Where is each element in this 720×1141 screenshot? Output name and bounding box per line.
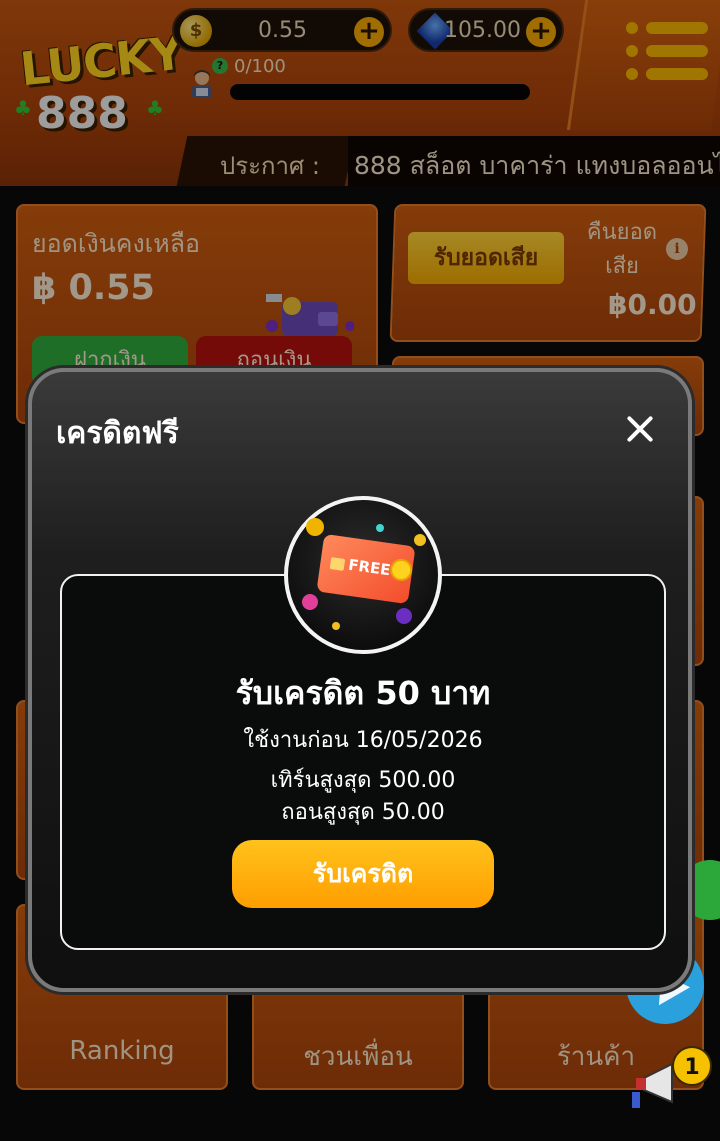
sparkle-icon [376, 524, 384, 532]
expiry-text: ใช้งานก่อน 16/05/2026 [243, 728, 483, 753]
sparkle-icon [414, 534, 426, 546]
close-icon[interactable] [620, 410, 660, 450]
sparkle-icon [332, 622, 340, 630]
notification-badge: 1 [672, 1046, 712, 1086]
max-withdraw-text: ถอนสูงสุด 50.00 [281, 800, 445, 825]
card-chip-icon [329, 557, 346, 571]
modal-title: เครดิตฟรี [56, 416, 179, 451]
purple-orb-icon [396, 608, 412, 624]
reward-title: รับเครดิต 50 บาท [235, 674, 491, 712]
smile-orb-icon [306, 518, 324, 536]
max-turnover-text: เทิร์นสูงสุด 500.00 [270, 768, 456, 793]
coin-icon [388, 557, 414, 583]
claim-credit-button[interactable]: รับเครดิต [232, 840, 494, 908]
card-free-text: FREE [347, 555, 392, 580]
pink-orb-icon [302, 594, 318, 610]
